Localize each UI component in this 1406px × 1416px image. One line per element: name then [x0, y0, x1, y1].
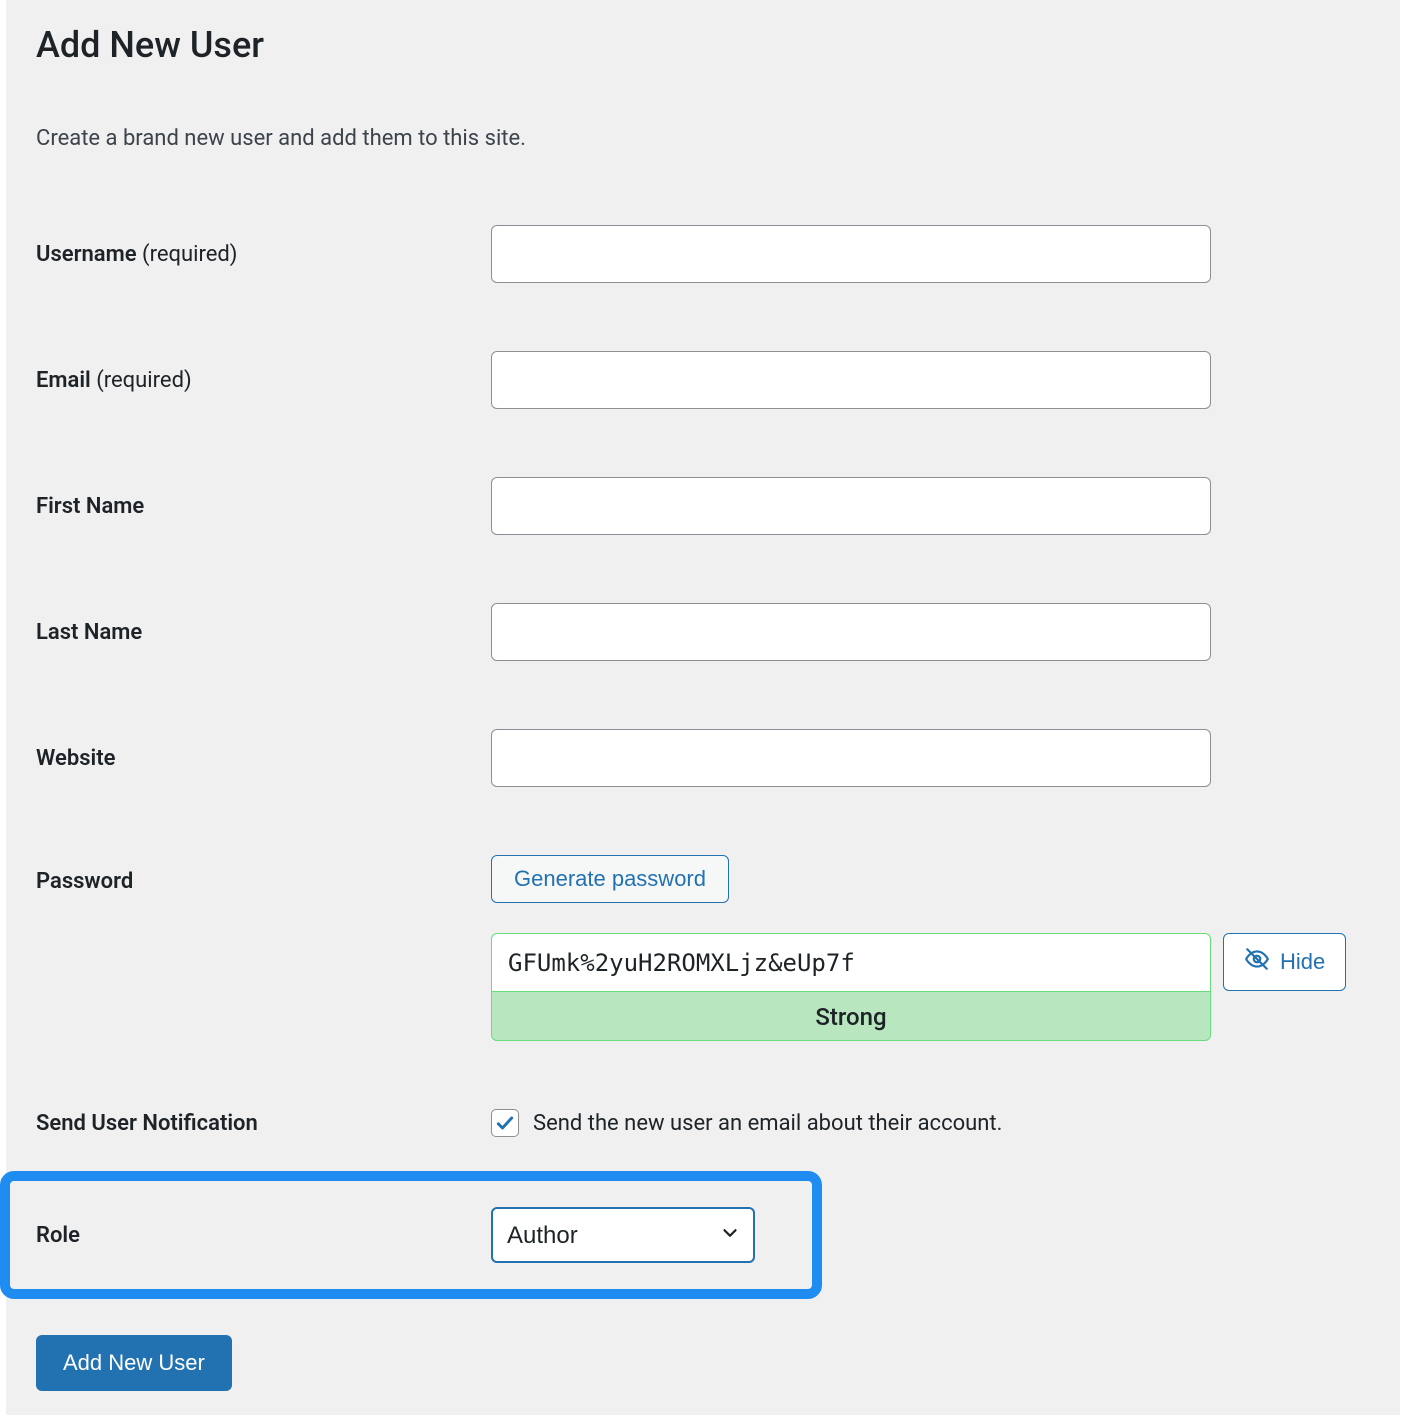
notification-checkbox[interactable] [491, 1109, 519, 1137]
page-description: Create a brand new user and add them to … [36, 126, 1370, 151]
page-title: Add New User [36, 0, 1370, 78]
website-row: Website [36, 695, 1370, 821]
password-input[interactable] [491, 933, 1211, 991]
email-required: (required) [91, 368, 192, 393]
hide-button-label: Hide [1280, 949, 1325, 975]
username-input[interactable] [491, 225, 1211, 283]
username-label-text: Username [36, 242, 137, 267]
email-input[interactable] [491, 351, 1211, 409]
website-label: Website [36, 746, 491, 771]
email-label: Email (required) [36, 368, 491, 393]
password-strength-meter: Strong [491, 991, 1211, 1041]
username-label: Username (required) [36, 242, 491, 267]
last-name-row: Last Name [36, 569, 1370, 695]
first-name-row: First Name [36, 443, 1370, 569]
email-row: Email (required) [36, 317, 1370, 443]
username-row: Username (required) [36, 191, 1370, 317]
eye-slash-icon [1244, 946, 1270, 978]
role-label: Role [36, 1223, 491, 1248]
username-required: (required) [137, 242, 238, 267]
notification-label: Send User Notification [36, 1111, 491, 1136]
notification-row: Send User Notification Send the new user… [36, 1075, 1370, 1171]
submit-row: Add New User [36, 1299, 1370, 1401]
generate-password-button[interactable]: Generate password [491, 855, 729, 903]
notification-description: Send the new user an email about their a… [533, 1111, 1002, 1136]
hide-password-button[interactable]: Hide [1223, 933, 1346, 991]
role-highlight-box: Role Author [0, 1171, 822, 1299]
website-input[interactable] [491, 729, 1211, 787]
add-new-user-button[interactable]: Add New User [36, 1335, 232, 1391]
role-select[interactable]: Author [491, 1207, 755, 1263]
email-label-text: Email [36, 368, 91, 393]
first-name-input[interactable] [491, 477, 1211, 535]
role-row: Role Author [36, 1181, 812, 1289]
password-row: Password Generate password Strong [36, 821, 1370, 1075]
password-label: Password [36, 855, 491, 894]
first-name-label: First Name [36, 494, 491, 519]
last-name-label: Last Name [36, 620, 491, 645]
last-name-input[interactable] [491, 603, 1211, 661]
check-icon [495, 1113, 515, 1133]
